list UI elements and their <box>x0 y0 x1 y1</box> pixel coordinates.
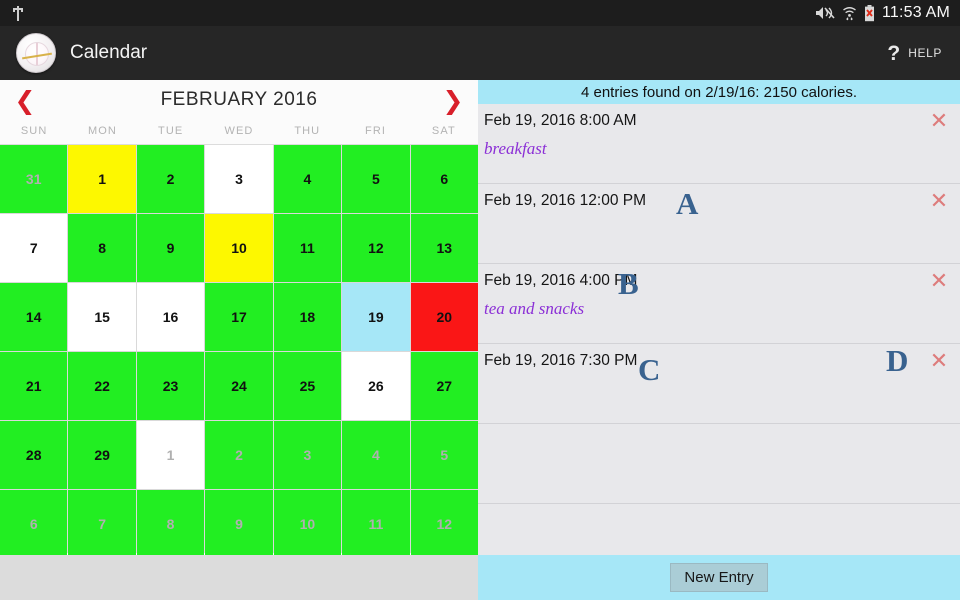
entry-list: Feb 19, 2016 8:00 AM breakfast ✕ Feb 19, 20… <box>478 104 960 504</box>
close-x-icon[interactable]: ✕ <box>928 111 950 134</box>
calendar-day-cell[interactable]: 13 <box>410 214 478 282</box>
close-x-icon[interactable]: ✕ <box>928 191 950 214</box>
calendar-day-cell[interactable]: 19 <box>342 283 410 351</box>
calendar-month-label: FEBRUARY 2016 <box>160 89 318 110</box>
entry-description: breakfast <box>484 139 547 158</box>
day-of-week-label: THU <box>294 125 321 137</box>
calendar-day-cell[interactable]: 2 <box>205 421 273 489</box>
entry-description: tea and snacks <box>484 299 585 318</box>
calendar-day-cell[interactable]: 11 <box>342 490 410 558</box>
calendar-bottom-strip <box>0 555 478 600</box>
calendar-day-cell[interactable]: 8 <box>136 490 205 558</box>
calendar-day-cell[interactable]: 23 <box>136 352 205 420</box>
entry-row[interactable]: Feb 19, 2016 8:00 AM breakfast ✕ <box>478 104 960 184</box>
calendar-day-cell[interactable]: 15 <box>68 283 136 351</box>
calendar-day-cell[interactable]: 12 <box>342 214 410 282</box>
entry-row[interactable]: Feb 19, 2016 12:00 PM ✕ <box>478 184 960 264</box>
annotation-mark-b: B <box>618 266 639 301</box>
day-of-week-label: TUE <box>158 125 184 137</box>
entries-footer: New Entry <box>478 555 960 600</box>
calendar-day-cell[interactable]: 17 <box>205 283 273 351</box>
status-bar-left <box>0 4 815 22</box>
calendar-day-cell[interactable]: 10 <box>273 490 342 558</box>
app-bar: Calendar ? HELP <box>0 26 960 80</box>
calendar-day-cell[interactable]: 5 <box>410 421 478 489</box>
entry-time: Feb 19, 2016 12:00 PM <box>484 192 647 209</box>
calendar-day-cell[interactable]: 29 <box>68 421 136 489</box>
calendar-day-cell[interactable]: 20 <box>410 283 478 351</box>
calendar-day-cell[interactable]: 18 <box>273 283 342 351</box>
calendar-day-cell[interactable]: 28 <box>0 421 68 489</box>
calendar-day-cell[interactable]: 27 <box>410 352 478 420</box>
calendar-day-cell[interactable]: 9 <box>136 214 205 282</box>
calendar-day-cell[interactable]: 5 <box>342 145 410 213</box>
entry-row[interactable]: Feb 19, 2016 4:00 PM tea and snacks ✕ <box>478 264 960 344</box>
calendar-day-cell[interactable]: 3 <box>205 145 273 213</box>
usb-icon <box>12 4 24 22</box>
calendar-grid: 31 1 2 3 4 5 6 7 8 9 10 11 12 13 14 15 16 17 18 19 20 21 22 23 2… <box>0 145 478 558</box>
close-x-icon[interactable]: ✕ <box>928 271 950 294</box>
wifi-icon <box>842 5 857 21</box>
volume-mute-icon <box>815 5 835 21</box>
app-root: 11:53 AM Calendar ? HELP ❮ FEBRUARY 2016… <box>0 0 960 600</box>
annotation-mark-a: A <box>676 186 699 221</box>
calendar-day-cell[interactable]: 25 <box>273 352 342 420</box>
day-of-week-label: SUN <box>20 125 48 137</box>
calendar-day-cell[interactable]: 9 <box>205 490 273 558</box>
entries-pane: 4 entries found on 2/19/16: 2150 calorie… <box>478 80 960 600</box>
close-x-icon[interactable]: ✕ <box>928 351 950 374</box>
entries-summary: 4 entries found on 2/19/16: 2150 calorie… <box>478 80 960 104</box>
annotation-mark-c: C <box>638 352 661 387</box>
chevron-left-icon[interactable]: ❮ <box>12 88 38 115</box>
page-title: Calendar <box>70 42 148 63</box>
annotation-mark-d: D <box>886 343 909 378</box>
calendar-day-cell[interactable]: 10 <box>205 214 273 282</box>
calendar-day-cell[interactable]: 4 <box>273 145 342 213</box>
calendar-day-cell[interactable]: 22 <box>68 352 136 420</box>
calendar-day-cell[interactable]: 31 <box>0 145 68 213</box>
question-mark-icon[interactable]: ? <box>887 43 900 64</box>
status-bar-right: 11:53 AM <box>815 4 960 22</box>
calendar-day-cell[interactable]: 4 <box>342 421 410 489</box>
calendar-pane: ❮ FEBRUARY 2016 ❯ SUN MON TUE WED THU FRI SAT … <box>0 80 478 558</box>
entry-list-empty-area <box>478 424 960 504</box>
calendar-day-cell[interactable]: 7 <box>68 490 136 558</box>
day-of-week-label: MON <box>87 125 117 137</box>
plate-fork-app-icon[interactable] <box>16 33 56 73</box>
calendar-day-cell[interactable]: 7 <box>0 214 68 282</box>
calendar-day-cell[interactable]: 14 <box>0 283 68 351</box>
new-entry-button[interactable]: New Entry <box>670 563 768 592</box>
calendar-day-cell[interactable]: 1 <box>68 145 136 213</box>
app-bar-actions: ? HELP <box>887 43 960 64</box>
calendar-day-cell[interactable]: 3 <box>273 421 342 489</box>
calendar-day-cell[interactable]: 6 <box>0 490 68 558</box>
help-button[interactable]: HELP <box>908 46 942 60</box>
calendar-day-cell[interactable]: 16 <box>136 283 205 351</box>
chevron-right-icon[interactable]: ❯ <box>440 88 466 115</box>
calendar-day-cell[interactable]: 6 <box>410 145 478 213</box>
calendar-day-cell[interactable]: 21 <box>0 352 68 420</box>
system-status-bar: 11:53 AM <box>0 0 960 26</box>
calendar-day-cell[interactable]: 8 <box>68 214 136 282</box>
entry-time: Feb 19, 2016 4:00 PM <box>484 272 638 289</box>
calendar-day-cell[interactable]: 24 <box>205 352 273 420</box>
entry-time: Feb 19, 2016 8:00 AM <box>484 112 637 129</box>
calendar-day-cell[interactable]: 1 <box>136 421 205 489</box>
calendar-day-cell[interactable]: 2 <box>136 145 205 213</box>
calendar-day-cell[interactable]: 11 <box>273 214 342 282</box>
day-of-week-label: SAT <box>431 125 456 137</box>
calendar-day-cell[interactable]: 26 <box>342 352 410 420</box>
day-of-week-label: FRI <box>365 125 387 137</box>
day-of-week-label: WED <box>224 125 254 137</box>
battery-error-icon <box>864 4 875 22</box>
clock-time: 11:53 AM <box>881 4 950 21</box>
day-of-week-header: SUN MON TUE WED THU FRI SAT <box>0 120 478 145</box>
calendar-header: ❮ FEBRUARY 2016 ❯ <box>0 80 478 120</box>
calendar-day-cell[interactable]: 12 <box>410 490 478 558</box>
